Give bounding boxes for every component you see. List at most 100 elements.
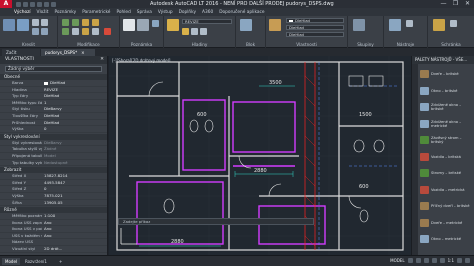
erase-tool-icon[interactable] [104, 28, 111, 35]
add-layout-button[interactable]: + [56, 258, 65, 265]
layer-combo[interactable]: REVIZE [182, 19, 232, 24]
tab-parametricke[interactable]: Parametrické [82, 10, 110, 15]
property-value[interactable]: 1 [42, 100, 107, 106]
scale-tool-icon[interactable] [92, 28, 99, 35]
grid-icon[interactable] [407, 258, 413, 263]
quick-select-icon[interactable] [406, 20, 413, 27]
linetype-combo[interactable]: DleHlad [286, 32, 344, 37]
stretch-tool-icon[interactable] [82, 28, 89, 35]
move-tool-icon[interactable] [62, 19, 69, 26]
property-value[interactable]: Ano [42, 233, 107, 239]
tab-poznamky[interactable]: Poznámky [54, 10, 76, 15]
tab-vlozit[interactable]: Vložit [37, 10, 49, 15]
property-row[interactable]: Vizuální styl 2D drát... [0, 246, 107, 253]
palette-tool-item[interactable]: Dveře – metrické [420, 217, 474, 229]
close-button[interactable]: ✕ [463, 0, 472, 7]
palette-tool-item[interactable]: Vozidla – metrická [420, 184, 474, 196]
line-tool-icon[interactable] [3, 19, 15, 31]
group-icon[interactable] [353, 19, 365, 31]
property-value[interactable]: DleHlad [42, 113, 107, 119]
color-combo[interactable]: DleHlad [286, 18, 344, 23]
property-row[interactable]: Měřítko typu čáry1 [0, 100, 107, 107]
property-value[interactable]: DleBarvy [42, 140, 107, 146]
property-row[interactable]: Styl tisku DleBarvy [0, 106, 107, 113]
tab-vychozi[interactable]: Výchozí [14, 10, 31, 15]
property-row[interactable]: Typ tabulky vykr...Nedostupné [0, 160, 107, 167]
property-value[interactable]: DleHlad [42, 93, 107, 99]
copy-clip-icon[interactable] [450, 20, 457, 27]
command-line[interactable]: Zadejte příkaz [118, 218, 314, 225]
tab-start[interactable]: Začít [2, 49, 40, 56]
property-value[interactable]: 4493.5847 [42, 180, 107, 186]
trim-tool-icon[interactable] [82, 19, 89, 26]
measure-icon[interactable] [389, 19, 401, 31]
property-row[interactable]: Měřítko poznámky1:100 [0, 213, 107, 220]
palette-tool-item[interactable]: Příčný dveří – britské [420, 200, 474, 212]
property-value[interactable]: 13905.05 [42, 200, 107, 206]
palette-tool-item[interactable]: Okno – britské [420, 85, 474, 97]
tab-a360[interactable]: A360 [202, 10, 213, 15]
property-row[interactable]: Hladina REVIZE [0, 87, 107, 94]
copy-tool-icon[interactable] [62, 28, 69, 35]
layer-lock-icon[interactable] [191, 28, 198, 35]
palette-tool-item[interactable]: Vozidla – britská [420, 151, 474, 163]
text-tool-icon[interactable] [123, 19, 135, 31]
rotate-tool-icon[interactable] [72, 19, 79, 26]
property-value[interactable]: DleHlad [42, 80, 107, 86]
property-value[interactable]: DleBarvy [42, 106, 107, 112]
property-row[interactable]: Střed Z 0 [0, 186, 107, 193]
close-properties-icon[interactable]: ✕ [100, 56, 104, 64]
new-icon[interactable] [16, 1, 21, 7]
tab-vystup[interactable]: Výstup [158, 10, 173, 15]
insert-block-icon[interactable] [240, 19, 252, 31]
tab-drawing[interactable]: pudorys_DSPS* × [41, 49, 95, 56]
annotation-scale[interactable]: 1:1 [448, 258, 454, 263]
property-value[interactable]: DleHlad [42, 120, 107, 126]
palette-tool-item[interactable]: Zdvižené okno – metrické [420, 118, 474, 130]
model-space-toggle[interactable]: MODEL [390, 258, 404, 263]
property-row[interactable]: Ikona USS zapnutoAno [0, 220, 107, 227]
viewport-controls[interactable]: [-][Shora][2D drátový model] [112, 58, 170, 63]
property-value[interactable] [42, 239, 107, 245]
property-value[interactable]: 2D drát... [42, 246, 107, 252]
property-value[interactable]: Ano [42, 226, 107, 232]
tab-sprava[interactable]: Správa [137, 10, 152, 15]
osnap-icon[interactable] [439, 258, 445, 263]
property-value[interactable]: 0 [42, 186, 107, 192]
property-row[interactable]: Šířka 13905.05 [0, 200, 107, 207]
property-row[interactable]: Barva DleHlad [0, 80, 107, 87]
property-row[interactable]: Střed Y 4493.5847 [0, 180, 107, 187]
property-row[interactable]: Tabulka stylů vykr...Žádné [0, 146, 107, 153]
selection-dropdown[interactable]: Žádný výběr [5, 66, 102, 72]
drawing-area[interactable]: 2880 600 2880 3500 1500 600 [-][Shora][2… [109, 56, 411, 255]
property-row[interactable]: Připojená tabulka...Model [0, 153, 107, 160]
open-icon[interactable] [23, 1, 28, 7]
redo-icon[interactable] [51, 1, 56, 7]
tab-doporucene-aplikace[interactable]: Doporučené aplikace [219, 10, 264, 15]
command-input[interactable]: Zadejte příkaz [123, 219, 150, 224]
property-value[interactable]: Nedostupné [42, 160, 107, 166]
ortho-icon[interactable] [423, 258, 429, 263]
tab-doplnky[interactable]: Doplňky [179, 10, 196, 15]
property-row[interactable]: Typ čáry DleHlad [0, 93, 107, 100]
snap-icon[interactable] [415, 258, 421, 263]
settings-icon[interactable] [457, 258, 462, 263]
polyline-tool-icon[interactable] [17, 19, 29, 31]
palette-tool-item[interactable]: Zdvižené okno – britské [420, 101, 474, 113]
paste-icon[interactable] [433, 19, 445, 31]
match-properties-icon[interactable] [269, 19, 281, 31]
property-row[interactable]: Název USS [0, 239, 107, 247]
save-icon[interactable] [30, 1, 35, 7]
palette-tab-strip[interactable] [412, 64, 418, 255]
rectangle-tool-icon[interactable] [32, 28, 39, 35]
palette-tool-item[interactable]: Stromy – britské [420, 167, 474, 179]
minimize-button[interactable]: — [439, 0, 448, 7]
palette-tool-item[interactable]: Závěsný strom – britský [420, 134, 474, 146]
layout-tab-layout1[interactable]: Rozvržení1 [22, 258, 50, 265]
lineweight-combo[interactable]: DleHlad [286, 25, 344, 30]
property-value[interactable]: 0 [42, 126, 107, 132]
close-tab-icon[interactable]: × [81, 50, 85, 55]
print-icon[interactable] [37, 1, 42, 7]
property-row[interactable]: USS v každém výř...Ano [0, 233, 107, 240]
polar-icon[interactable] [431, 258, 437, 263]
